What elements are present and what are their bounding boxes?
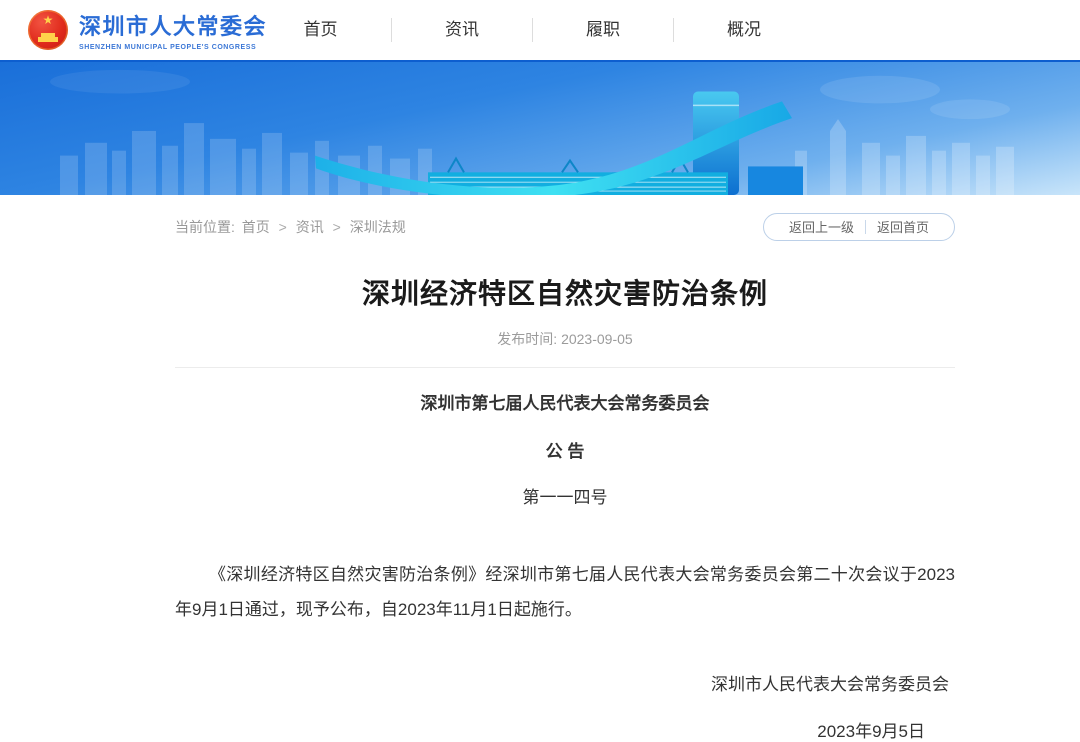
publish-date: 发布时间: 2023-09-05 <box>175 329 955 349</box>
article-body: 深圳市第七届人民代表大会常务委员会 公 告 第一一四号 《深圳经济特区自然灾害防… <box>175 368 955 742</box>
national-emblem-icon: ★ <box>28 10 68 50</box>
site-title: 深圳市人大常委会 <box>79 9 267 41</box>
toolbar-row: 当前位置: 首页 > 资讯 > 深圳法规 返回上一级 返回首页 <box>175 212 955 242</box>
site-logo[interactable]: ★ 深圳市人大常委会 SHENZHEN MUNICIPAL PEOPLE'S C… <box>28 9 267 51</box>
article-paragraph: 《深圳经济特区自然灾害防治条例》经深圳市第七届人民代表大会常务委员会第二十次会议… <box>175 558 955 628</box>
nav-item-news[interactable]: 资讯 <box>391 18 532 42</box>
main-nav: 首页 资讯 履职 概况 <box>250 0 814 60</box>
notice-heading: 公 告 <box>175 437 955 462</box>
content-column: 当前位置: 首页 > 资讯 > 深圳法规 返回上一级 返回首页 深圳经济特区自然… <box>175 212 955 742</box>
back-home-button[interactable]: 返回首页 <box>866 221 940 234</box>
signature-name: 深圳市人民代表大会常务委员会 <box>175 670 949 695</box>
notice-number: 第一一四号 <box>175 483 955 508</box>
breadcrumb-separator: > <box>333 219 341 235</box>
nav-item-home[interactable]: 首页 <box>250 18 391 42</box>
back-parent-button[interactable]: 返回上一级 <box>778 221 865 234</box>
signature-block: 深圳市人民代表大会常务委员会 2023年9月5日 <box>175 670 955 742</box>
back-button-group: 返回上一级 返回首页 <box>763 213 955 241</box>
breadcrumb-item-home[interactable]: 首页 <box>242 219 270 235</box>
article-title: 深圳经济特区自然灾害防治条例 <box>175 272 955 312</box>
site-subtitle: SHENZHEN MUNICIPAL PEOPLE'S CONGRESS <box>79 44 267 51</box>
breadcrumb-item-current[interactable]: 深圳法规 <box>350 219 406 235</box>
committee-heading: 深圳市第七届人民代表大会常务委员会 <box>175 389 955 414</box>
breadcrumb: 当前位置: 首页 > 资讯 > 深圳法规 <box>175 217 409 237</box>
emblem-gate-icon <box>38 33 58 42</box>
logo-text: 深圳市人大常委会 SHENZHEN MUNICIPAL PEOPLE'S CON… <box>79 9 267 51</box>
banner-image <box>0 60 1080 195</box>
emblem-star-icon: ★ <box>28 14 68 26</box>
breadcrumb-item-news[interactable]: 资讯 <box>296 219 324 235</box>
signature-date: 2023年9月5日 <box>175 717 925 742</box>
nav-item-duty[interactable]: 履职 <box>532 18 673 42</box>
banner-illustration <box>0 62 1080 195</box>
nav-item-overview[interactable]: 概况 <box>673 18 814 42</box>
breadcrumb-separator: > <box>279 219 287 235</box>
breadcrumb-label: 当前位置: <box>175 219 235 235</box>
site-header: ★ 深圳市人大常委会 SHENZHEN MUNICIPAL PEOPLE'S C… <box>0 0 1080 60</box>
